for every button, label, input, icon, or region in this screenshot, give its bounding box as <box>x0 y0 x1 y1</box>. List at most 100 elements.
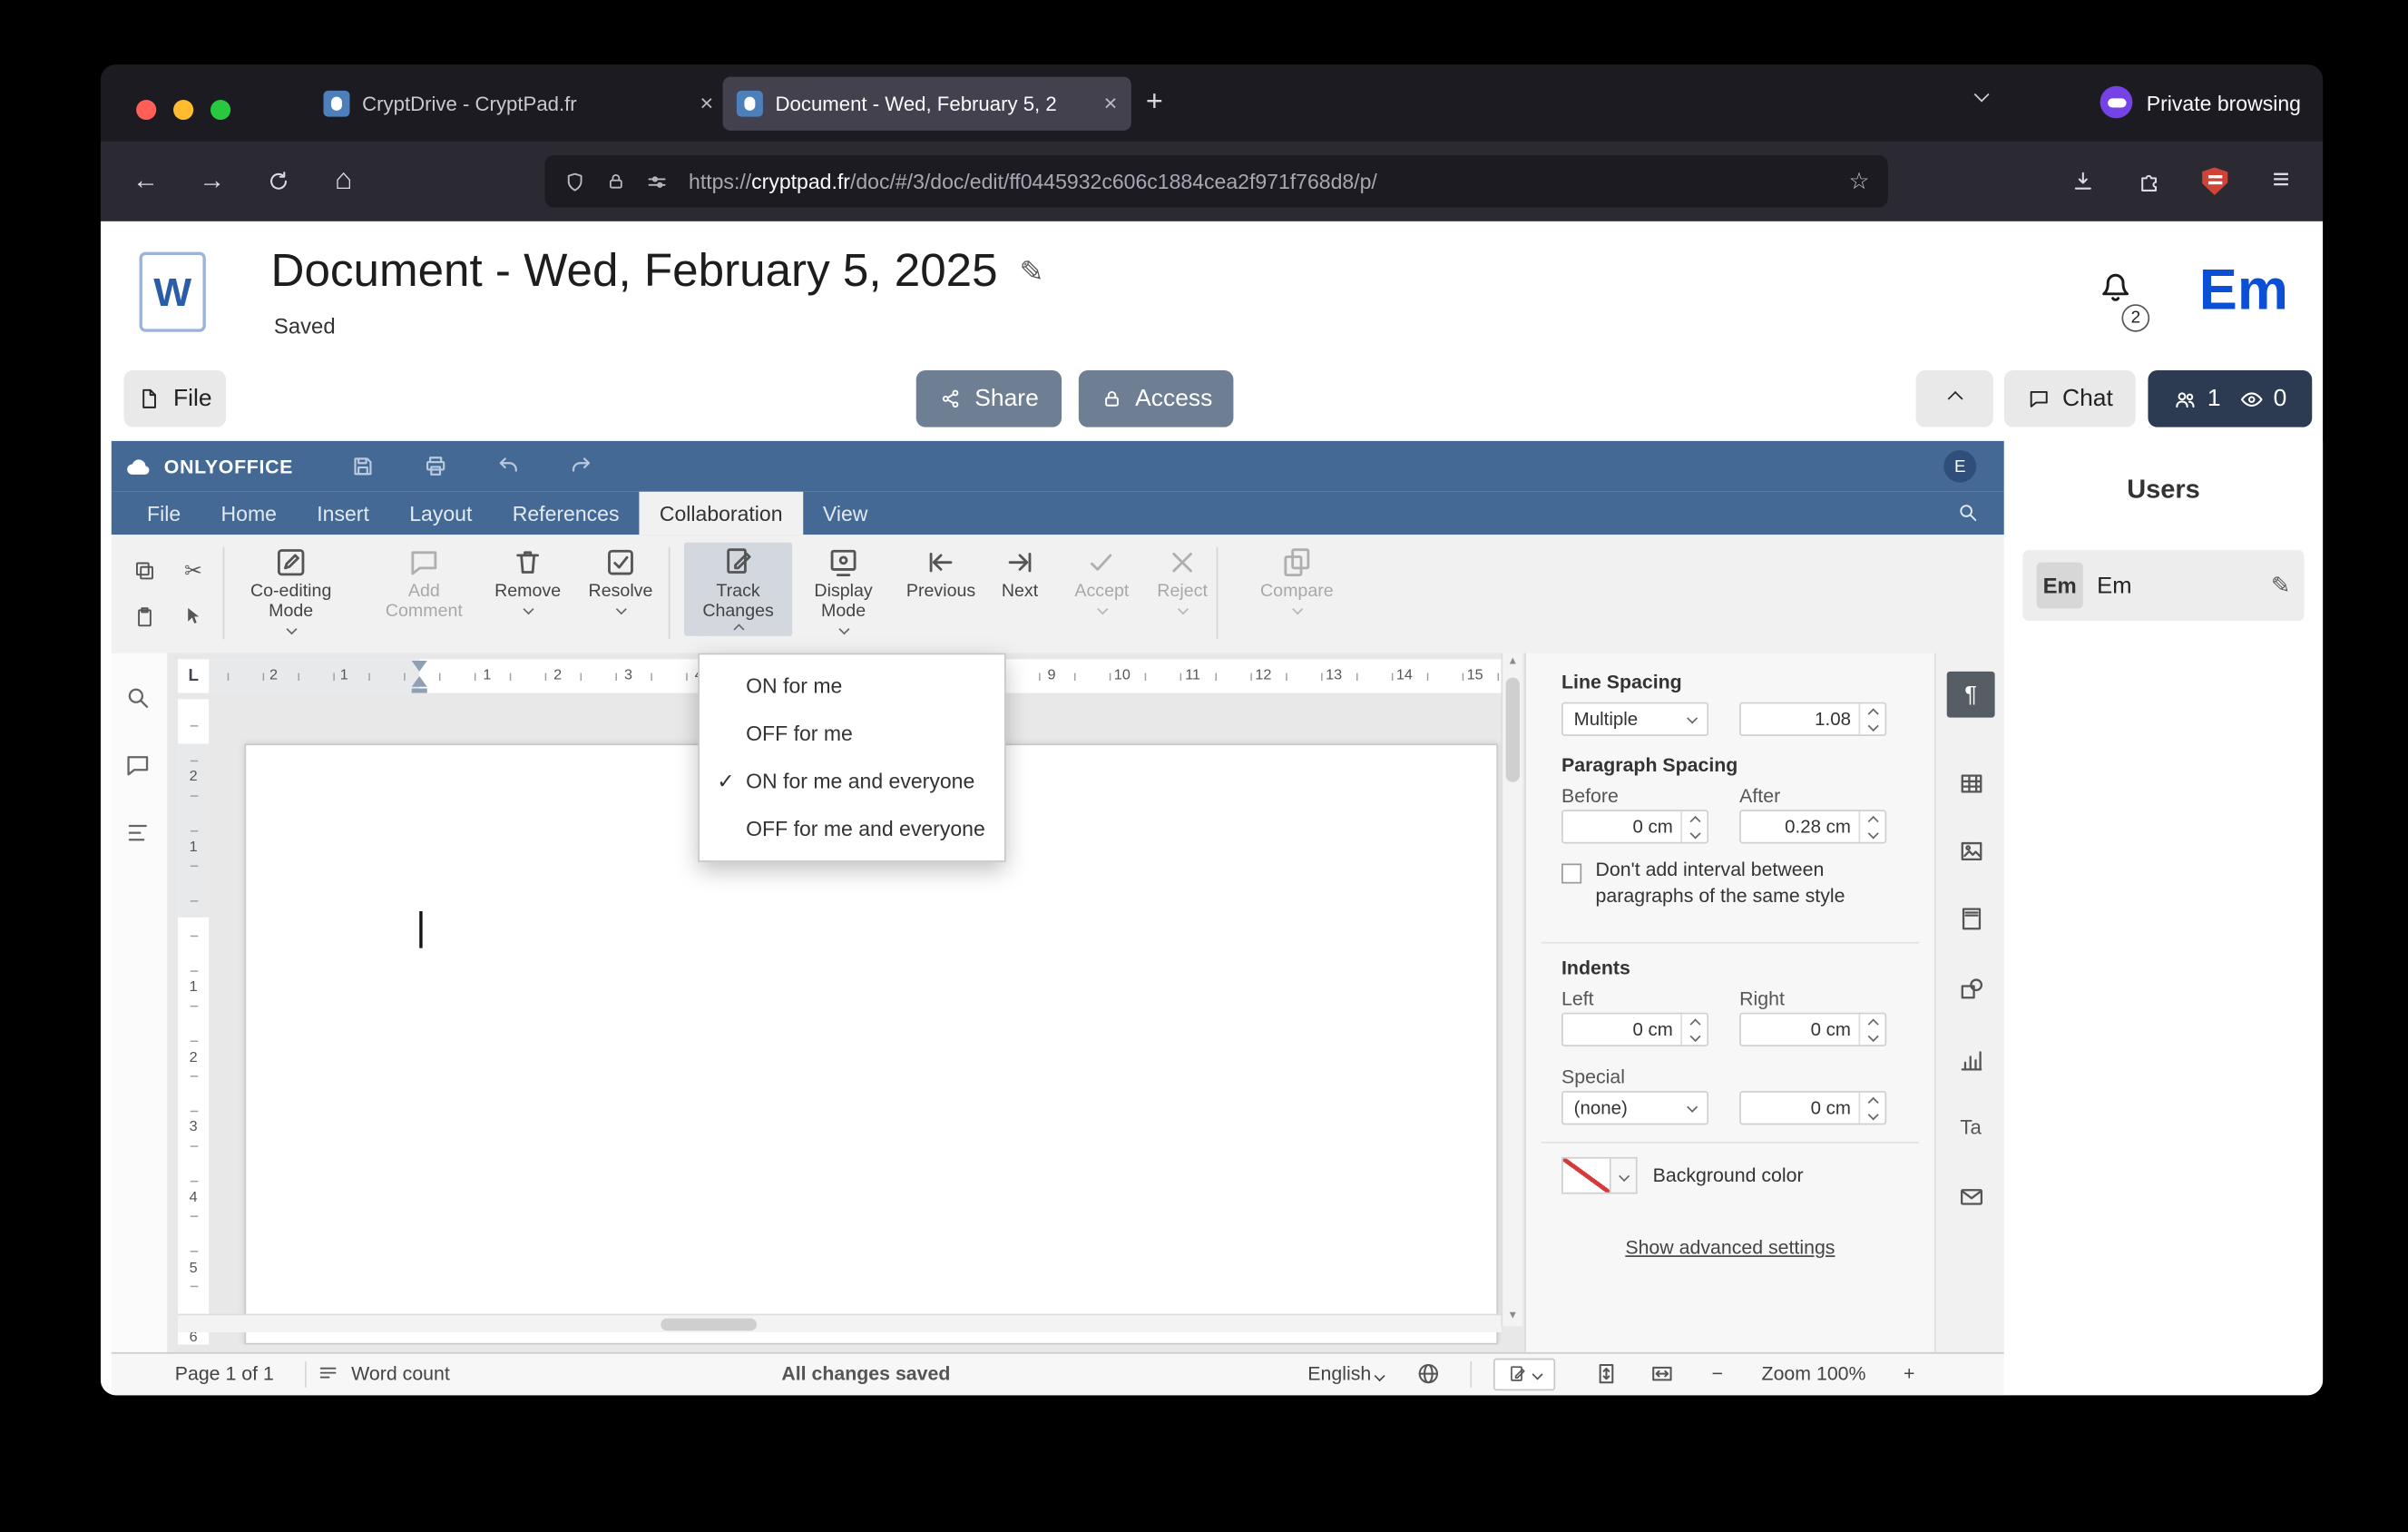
tab-cryptdrive[interactable]: CryptDrive - CryptPad.fr × <box>309 77 728 131</box>
fit-width-button[interactable] <box>1649 1361 1674 1386</box>
zoom-out-button[interactable]: − <box>1711 1363 1722 1385</box>
edit-title-pencil-icon[interactable]: ✎ <box>1019 254 1043 290</box>
spin-up-icon[interactable] <box>1866 1017 1878 1029</box>
spin-down-icon[interactable] <box>1866 1108 1878 1120</box>
back-button[interactable]: ← <box>125 162 165 201</box>
copy-button[interactable] <box>130 556 158 584</box>
select-all-button[interactable] <box>180 603 208 630</box>
undo-button[interactable] <box>489 450 526 483</box>
language-selector[interactable]: English <box>1307 1363 1386 1384</box>
spin-up-icon[interactable] <box>1689 1017 1700 1029</box>
zoom-in-button[interactable]: + <box>1904 1363 1914 1385</box>
list-all-tabs-button[interactable] <box>1963 86 2000 120</box>
user-avatar[interactable]: Em <box>2199 258 2288 322</box>
navigation-icon[interactable] <box>123 819 154 849</box>
access-button[interactable]: Access <box>1078 370 1234 427</box>
shape-settings-icon[interactable] <box>1947 967 1995 1013</box>
redo-button[interactable] <box>562 450 599 483</box>
editor-user-avatar[interactable]: E <box>1943 450 1977 483</box>
close-tab-icon[interactable]: × <box>700 91 713 117</box>
tab-insert[interactable]: Insert <box>297 492 389 535</box>
horizontal-scrollbar[interactable] <box>178 1313 1502 1332</box>
text-art-settings-icon[interactable]: Ta <box>1947 1104 1995 1150</box>
vertical-scrollbar[interactable]: ▲ ▼ <box>1501 653 1523 1327</box>
ublock-button[interactable] <box>2195 162 2235 201</box>
paste-button[interactable] <box>130 603 158 630</box>
presence-counts[interactable]: 1 0 <box>2148 370 2313 427</box>
spacing-after-spinner[interactable]: 0.28 cm <box>1739 810 1887 844</box>
tab-home[interactable]: Home <box>201 492 297 535</box>
add-comment-button[interactable]: Add Comment <box>375 543 474 625</box>
search-icon[interactable] <box>1956 501 1980 524</box>
share-button[interactable]: Share <box>915 370 1062 427</box>
tab-document-active[interactable]: Document - Wed, February 5, 2 × <box>722 76 1131 131</box>
spin-up-icon[interactable] <box>1866 815 1878 827</box>
spin-down-icon[interactable] <box>1866 720 1878 732</box>
word-count-button[interactable]: Word count <box>351 1363 450 1385</box>
background-color-dropdown[interactable] <box>1610 1156 1638 1194</box>
special-spinner[interactable]: 0 cm <box>1739 1091 1887 1125</box>
shield-icon[interactable] <box>563 170 587 192</box>
line-spacing-spinner[interactable]: 1.08 <box>1739 702 1887 736</box>
tab-stop-selector[interactable]: L <box>178 659 210 693</box>
menu-item-off-for-me[interactable]: OFF for me <box>700 710 1004 757</box>
track-changes-button[interactable]: Track Changes <box>683 542 793 636</box>
left-indent-marker[interactable] <box>411 675 427 687</box>
margin-marker[interactable] <box>411 688 427 693</box>
menu-item-on-for-everyone[interactable]: ✓ ON for me and everyone <box>700 758 1004 805</box>
menu-item-off-for-everyone[interactable]: OFF for me and everyone <box>700 805 1004 852</box>
next-change-button[interactable]: Next <box>981 543 1058 605</box>
collapse-toolbar-button[interactable] <box>1915 370 1993 427</box>
tab-view[interactable]: View <box>803 492 888 535</box>
tab-file[interactable]: File <box>127 492 201 535</box>
spin-down-icon[interactable] <box>1689 827 1700 839</box>
close-tab-icon[interactable]: × <box>1104 91 1118 117</box>
reject-change-button[interactable]: Reject <box>1142 543 1223 616</box>
scrollbar-thumb[interactable] <box>1505 677 1520 782</box>
table-settings-icon[interactable] <box>1947 761 1995 807</box>
globe-icon[interactable] <box>1416 1361 1441 1386</box>
chat-button[interactable]: Chat <box>2003 370 2136 427</box>
scrollbar-thumb[interactable] <box>661 1318 758 1331</box>
menu-button[interactable]: ≡ <box>2261 162 2301 201</box>
accept-change-button[interactable]: Accept <box>1062 543 1142 616</box>
spin-up-icon[interactable] <box>1866 1095 1878 1107</box>
previous-change-button[interactable]: Previous <box>895 543 987 605</box>
compare-button[interactable]: Compare <box>1248 543 1346 616</box>
mail-merge-icon[interactable] <box>1947 1174 1995 1221</box>
tab-layout[interactable]: Layout <box>389 492 493 535</box>
reload-button[interactable] <box>259 162 299 201</box>
print-button[interactable] <box>416 450 454 483</box>
chart-settings-icon[interactable] <box>1947 1037 1995 1084</box>
cut-button[interactable]: ✂ <box>180 556 208 584</box>
extensions-button[interactable] <box>2129 162 2169 201</box>
spin-up-icon[interactable] <box>1866 707 1878 719</box>
forward-button[interactable]: → <box>192 162 232 201</box>
close-window-button[interactable] <box>136 100 157 121</box>
zoom-level[interactable]: Zoom 100% <box>1748 1363 1878 1385</box>
downloads-button[interactable] <box>2063 162 2103 201</box>
notifications-bell-icon[interactable] <box>2094 264 2138 307</box>
special-select[interactable]: (none) <box>1561 1091 1709 1125</box>
scroll-up-arrow[interactable]: ▲ <box>1503 653 1522 672</box>
edit-name-pencil-icon[interactable]: ✎ <box>2271 572 2290 600</box>
minimize-window-button[interactable] <box>173 100 194 121</box>
indent-right-spinner[interactable]: 0 cm <box>1739 1012 1887 1046</box>
permissions-icon[interactable] <box>645 170 669 192</box>
bookmark-star-icon[interactable]: ☆ <box>1848 168 1869 195</box>
fit-page-button[interactable] <box>1594 1361 1619 1386</box>
line-spacing-select[interactable]: Multiple <box>1561 702 1709 736</box>
track-changes-status-button[interactable] <box>1493 1358 1556 1391</box>
user-row[interactable]: Em Em ✎ <box>2022 550 2305 622</box>
comments-icon[interactable] <box>123 751 154 782</box>
spin-down-icon[interactable] <box>1689 1030 1700 1042</box>
maximize-window-button[interactable] <box>210 100 231 121</box>
image-settings-icon[interactable] <box>1947 829 1995 875</box>
remove-comment-button[interactable]: Remove <box>480 543 576 616</box>
tab-references[interactable]: References <box>493 492 640 535</box>
file-menu-button[interactable]: File <box>123 370 227 427</box>
menu-item-on-for-me[interactable]: ON for me <box>700 663 1004 710</box>
spacing-before-spinner[interactable]: 0 cm <box>1561 810 1709 844</box>
header-footer-settings-icon[interactable] <box>1947 896 1995 942</box>
lock-icon[interactable] <box>605 171 627 192</box>
